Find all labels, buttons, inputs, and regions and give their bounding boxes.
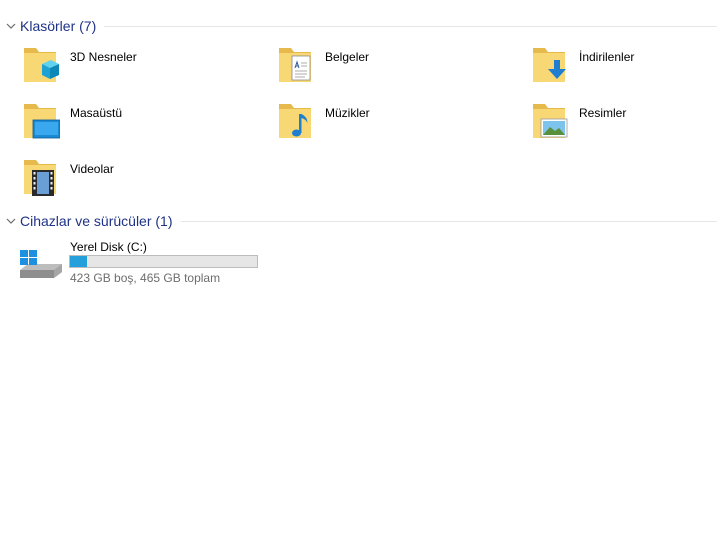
drive-usage-bar bbox=[69, 255, 258, 268]
devices-group-header[interactable]: Cihazlar ve sürücüler (1) bbox=[0, 210, 717, 232]
drive-usage-fill bbox=[70, 256, 87, 267]
music-folder-icon bbox=[279, 104, 311, 138]
folder-item-videos[interactable]: Videolar bbox=[0, 154, 250, 204]
desktop-folder-icon bbox=[24, 104, 60, 139]
3d-objects-folder-icon bbox=[24, 48, 59, 82]
documents-folder-icon bbox=[279, 48, 311, 82]
drive-name: Yerel Disk (C:) bbox=[70, 240, 147, 254]
videos-folder-icon bbox=[24, 160, 56, 196]
folders-group-title: Klasörler (7) bbox=[20, 18, 97, 34]
group-divider bbox=[104, 25, 717, 27]
downloads-folder-icon bbox=[533, 48, 566, 82]
group-divider bbox=[180, 220, 717, 222]
folder-name: Resimler bbox=[579, 106, 627, 120]
folder-item-desktop[interactable]: Masaüstü bbox=[0, 98, 250, 148]
drive-item-local-disk-c[interactable]: Yerel Disk (C:) 423 GB boş, 465 GB topla… bbox=[0, 236, 280, 288]
folder-name: İndirilenler bbox=[579, 50, 635, 64]
folder-name: 3D Nesneler bbox=[70, 50, 137, 64]
folder-item-3d-objects[interactable]: 3D Nesneler bbox=[0, 42, 250, 92]
chevron-down-icon[interactable] bbox=[5, 215, 17, 227]
pictures-folder-icon bbox=[533, 104, 568, 138]
folder-item-pictures[interactable]: Resimler bbox=[509, 98, 717, 148]
folder-item-downloads[interactable]: İndirilenler bbox=[509, 42, 717, 92]
folder-name: Belgeler bbox=[325, 50, 370, 64]
hard-drive-icon bbox=[20, 250, 62, 278]
folder-name: Videolar bbox=[70, 162, 114, 176]
folder-name: Masaüstü bbox=[70, 106, 123, 120]
chevron-down-icon[interactable] bbox=[5, 20, 17, 32]
folder-item-documents[interactable]: Belgeler bbox=[255, 42, 505, 92]
drive-space-text: 423 GB boş, 465 GB toplam bbox=[70, 271, 221, 285]
devices-group-title: Cihazlar ve sürücüler (1) bbox=[20, 213, 173, 229]
folder-name: Müzikler bbox=[325, 106, 370, 120]
folders-group-header[interactable]: Klasörler (7) bbox=[0, 15, 717, 37]
folder-item-music[interactable]: Müzikler bbox=[255, 98, 505, 148]
